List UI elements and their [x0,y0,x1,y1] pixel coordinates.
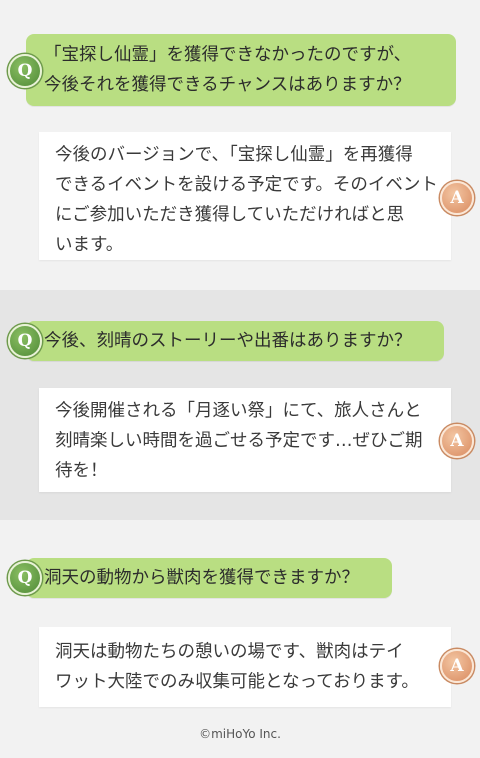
question-badge-icon: Q [8,561,42,595]
qa-section-1: 「宝探し仙霊」を獲得できなかったのですが、 今後それを獲得できるチャンスはありま… [0,0,480,290]
qa-section-2: 今後、刻晴のストーリーや出番はありますか？ Q 今後開催される「月逐い祭」にて、… [0,290,480,520]
question-1-line-2: 今後それを獲得できるチャンスはありますか？ [44,75,411,95]
answer-badge-icon: A [440,181,474,215]
answer-card-1: 今後のバージョンで、「宝探し仙霊」を再獲得 できるイベントを設ける予定です。その… [39,132,451,260]
answer-badge-icon: A [440,424,474,458]
question-bubble-1: 「宝探し仙霊」を獲得できなかったのですが、 今後それを獲得できるチャンスはありま… [26,34,456,106]
question-3-line-1: 洞天の動物から獣肉を獲得できますか？ [44,568,359,588]
answer-2-line-1: 今後開催される「月逐い祭」にて、旅人さんと [55,401,422,421]
copyright-footer: ©miHoYo Inc. [199,727,281,741]
answer-card-3: 洞天は動物たちの憩いの場です、獣肉はテイ ワット大陸でのみ収集可能となっておりま… [39,627,451,707]
answer-2-line-3: 待を！ [55,461,108,481]
question-badge-icon: Q [8,54,42,88]
answer-3-line-1: 洞天は動物たちの憩いの場です、獣肉はテイ [55,642,404,662]
answer-1-line-2: できるイベントを設ける予定です。そのイベント [55,175,438,195]
answer-2-line-2: 刻晴楽しい時間を過ごせる予定です…ぜひご期 [55,431,423,451]
question-1-line-1: 「宝探し仙霊」を獲得できなかったのですが、 [44,45,412,65]
answer-1-line-1: 今後のバージョンで、「宝探し仙霊」を再獲得 [55,145,413,165]
qa-section-3: 洞天の動物から獣肉を獲得できますか？ Q 洞天は動物たちの憩いの場です、獣肉はテ… [0,520,480,758]
answer-badge-icon: A [440,649,474,683]
question-bubble-3: 洞天の動物から獣肉を獲得できますか？ [26,558,392,598]
question-badge-icon: Q [8,324,42,358]
answer-1-line-4: います。 [55,235,124,255]
answer-3-line-2: ワット大陸でのみ収集可能となっております。 [55,672,419,692]
question-bubble-2: 今後、刻晴のストーリーや出番はありますか？ [26,321,444,361]
question-2-line-1: 今後、刻晴のストーリーや出番はありますか？ [44,331,412,351]
answer-1-line-3: にご参加いただき獲得していただければと思 [55,205,405,225]
answer-card-2: 今後開催される「月逐い祭」にて、旅人さんと 刻晴楽しい時間を過ごせる予定です…ぜ… [39,388,451,492]
